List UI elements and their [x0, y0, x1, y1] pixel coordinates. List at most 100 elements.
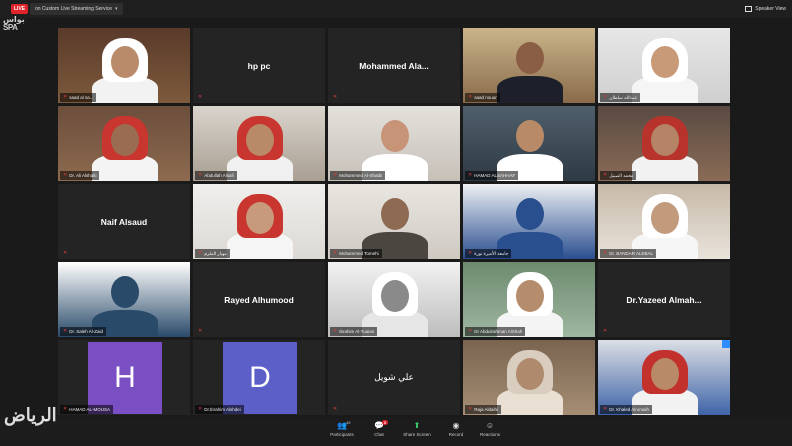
- mic-muted-icon: ✕: [468, 328, 473, 334]
- participant-face: [516, 42, 544, 74]
- participant-label-text: Dr. BANDAR ALEBAL: [609, 251, 653, 256]
- mic-muted-icon: ✕: [333, 172, 338, 178]
- participant-face: [381, 198, 409, 230]
- participant-label: ✕: [60, 249, 70, 258]
- participant-tile[interactable]: Dr.Yazeed Almah... ✕: [598, 262, 730, 337]
- participant-video: [58, 28, 190, 103]
- mic-muted-icon: ✕: [468, 250, 473, 256]
- participant-video: [463, 184, 595, 259]
- participant-label-text: Ibrahim Al-Tuaian: [339, 329, 375, 334]
- participant-video: [463, 262, 595, 337]
- participant-tile[interactable]: ✕ Mohammed Tomehi: [328, 184, 460, 259]
- participant-video: [598, 184, 730, 259]
- participant-tile[interactable]: ✕ Dr. BANDAR ALEBAL: [598, 184, 730, 259]
- participant-face: [381, 280, 409, 312]
- participants-count: 45: [346, 420, 351, 425]
- participant-tile[interactable]: Naif Alsaud ✕: [58, 184, 190, 259]
- meeting-toolbar: 👥 45 Participants 💬 8 Chat ⬆ Share Scree…: [0, 418, 792, 446]
- participant-tile[interactable]: ✕ مهيار الملزم: [193, 184, 325, 259]
- participant-video: [193, 106, 325, 181]
- reactions-button[interactable]: ☺ Reactions: [470, 420, 510, 444]
- mic-muted-icon: ✕: [333, 250, 338, 256]
- top-bar: LIVE on Custom Live Streaming Service ▾ …: [0, 0, 792, 18]
- participant-label-text: Dr. Ali Alshalti: [69, 173, 97, 178]
- participant-label-text: Mohammed Al-Shatbi: [339, 173, 383, 178]
- participant-video: [193, 184, 325, 259]
- participants-label: Participants: [330, 432, 354, 437]
- participant-face: [381, 120, 409, 152]
- participant-video: [463, 340, 595, 415]
- participant-face: [651, 124, 679, 156]
- stream-status-dropdown[interactable]: on Custom Live Streaming Service ▾: [30, 3, 123, 15]
- participant-tile[interactable]: ✕ محمد الصبيل: [598, 106, 730, 181]
- participant-label: ✕ saad al sa...: [60, 93, 97, 102]
- mic-muted-icon: ✕: [63, 328, 68, 334]
- participant-tile[interactable]: ✕ Abdullah Alsafi: [193, 106, 325, 181]
- participant-tile[interactable]: علي شويل ✕: [328, 340, 460, 415]
- participant-label: ✕: [195, 327, 205, 336]
- participant-tile[interactable]: ✕ saad nouur: [463, 28, 595, 103]
- mic-muted-icon: ✕: [63, 94, 68, 100]
- participant-tile[interactable]: ✕ Dr. Ali Alshalti: [58, 106, 190, 181]
- participant-label: ✕ جامعة الأميرة نورة: [465, 249, 512, 258]
- share-screen-label: Share Screen: [403, 432, 431, 437]
- participant-tile[interactable]: H ✕ HAMAD AL-MOUSA: [58, 340, 190, 415]
- participant-tile[interactable]: ✕ Mohammed Al-Shatbi: [328, 106, 460, 181]
- reactions-label: Reactions: [479, 432, 500, 437]
- participant-tile[interactable]: D ✕ Dr.Ibrahim Alshdei: [193, 340, 325, 415]
- participant-label-text: Dr.Ibrahim Alshdei: [204, 407, 241, 412]
- participant-video: [463, 106, 595, 181]
- speaker-view-button[interactable]: Speaker View: [745, 3, 786, 15]
- participant-tile[interactable]: Mohammed Ala... ✕: [328, 28, 460, 103]
- live-badge: LIVE: [11, 4, 29, 14]
- participant-label: ✕ HAMAD ALSAHHAF: [465, 171, 519, 180]
- mic-muted-icon: ✕: [603, 94, 608, 100]
- mic-muted-icon: ✕: [603, 250, 608, 256]
- participant-video: [328, 262, 460, 337]
- share-screen-button[interactable]: ⬆ Share Screen: [397, 420, 437, 444]
- participant-label-text: محمد الصبيل: [609, 173, 634, 178]
- participant-label-text: HAMAD ALSAHHAF: [474, 173, 516, 178]
- participant-tile[interactable]: ✕ HAMAD ALSAHHAF: [463, 106, 595, 181]
- participant-label-text: Dr. Khaled Alrumaih: [609, 407, 649, 412]
- participant-tile[interactable]: ✕ Dr. Khaled Alrumaih: [598, 340, 730, 415]
- participant-tile[interactable]: ✕ Raja Aldaihi: [463, 340, 595, 415]
- participant-tile[interactable]: ✕ عبدالله سلطان: [598, 28, 730, 103]
- view-label: Speaker View: [755, 6, 786, 12]
- participant-tile[interactable]: ✕ Ibrahim Al-Tuaian: [328, 262, 460, 337]
- participant-tile[interactable]: ✕ saad al sa...: [58, 28, 190, 103]
- participant-label: ✕ عبدالله سلطان: [600, 93, 641, 102]
- chat-badge: 8: [382, 420, 388, 425]
- participant-name: علي شويل: [374, 372, 414, 382]
- chat-button[interactable]: 💬 8 Chat: [359, 420, 399, 444]
- participant-label: ✕ Dr Abdulrahman AlShah: [465, 327, 526, 336]
- mic-muted-icon: ✕: [63, 250, 68, 256]
- participant-label: ✕ saad nouur: [465, 93, 500, 102]
- participant-video: [328, 106, 460, 181]
- view-icon: [745, 6, 753, 12]
- participant-face: [111, 276, 139, 308]
- mic-muted-icon: ✕: [333, 328, 338, 334]
- mic-muted-icon: ✕: [198, 328, 203, 334]
- stream-status-label: on Custom Live Streaming Service: [35, 6, 112, 12]
- participant-face: [246, 202, 274, 234]
- riyadh-watermark: الرياض: [4, 405, 57, 426]
- participant-label: ✕ Ibrahim Al-Tuaian: [330, 327, 378, 336]
- spa-logo: بواس SPA: [3, 16, 27, 44]
- participant-tile[interactable]: ✕ Dr. Saleh Al-Zaid: [58, 262, 190, 337]
- participant-tile[interactable]: hp pc ✕: [193, 28, 325, 103]
- participant-video: [598, 106, 730, 181]
- participant-label-text: saad al sa...: [69, 95, 94, 100]
- participant-label-text: عبدالله سلطان: [609, 95, 638, 100]
- participants-button[interactable]: 👥 45 Participants: [322, 420, 362, 444]
- participant-tile[interactable]: ✕ Dr Abdulrahman AlShah: [463, 262, 595, 337]
- participant-label-text: Dr. Saleh Al-Zaid: [69, 329, 103, 334]
- participant-tile[interactable]: ✕ جامعة الأميرة نورة: [463, 184, 595, 259]
- participant-video: [463, 28, 595, 103]
- participant-label: ✕: [195, 93, 205, 102]
- mic-muted-icon: ✕: [198, 172, 203, 178]
- participant-face: [111, 124, 139, 156]
- share-screen-icon: ⬆: [413, 421, 421, 430]
- participant-face: [516, 120, 544, 152]
- participant-tile[interactable]: Rayed Alhumood ✕: [193, 262, 325, 337]
